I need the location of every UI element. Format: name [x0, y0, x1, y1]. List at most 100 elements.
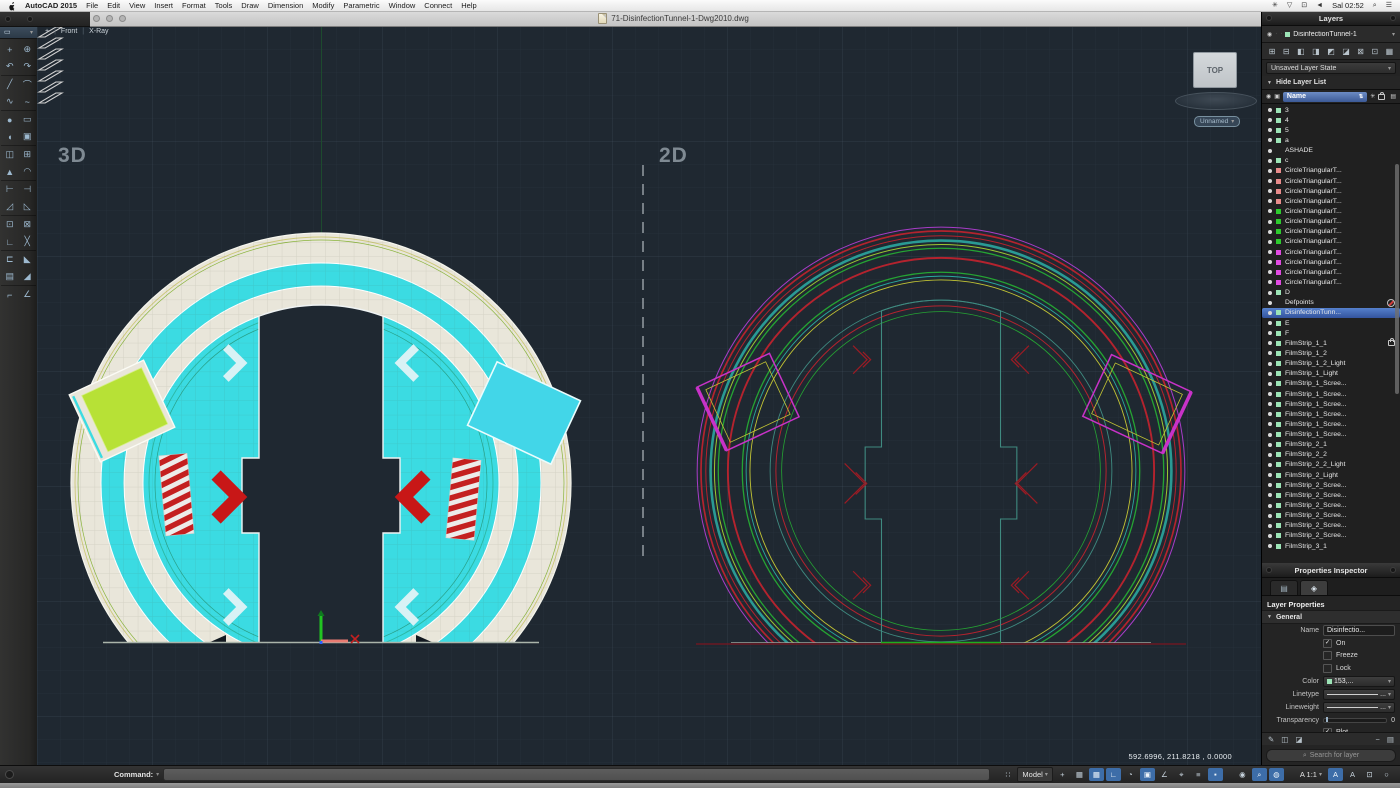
layer-visibility-icon[interactable] — [1268, 362, 1272, 366]
layer-color-swatch[interactable] — [1276, 392, 1281, 397]
layer-row[interactable]: 5 — [1262, 125, 1400, 135]
layer-color-swatch[interactable] — [1276, 219, 1281, 224]
layer-row[interactable]: CircleTriangularT... — [1262, 277, 1400, 287]
status-dot-icon[interactable]: ○ — [1379, 768, 1394, 781]
annotation-autoscale-icon[interactable]: A — [1345, 768, 1360, 781]
layer-visibility-icon[interactable] — [1268, 514, 1272, 518]
layer-tool-icon[interactable]: ⊡ — [1371, 47, 1378, 56]
layer-row[interactable]: CircleTriangularT... — [1262, 206, 1400, 216]
properties-tool-icon[interactable]: ▤ — [1387, 735, 1394, 744]
properties-panel-header[interactable]: Properties Inspector — [1262, 563, 1400, 578]
grid-snap-icon[interactable]: ▦ — [1089, 768, 1104, 781]
layer-visibility-icon[interactable] — [1268, 108, 1272, 112]
freeze-checkbox[interactable] — [1323, 651, 1332, 660]
layer-color-swatch[interactable] — [1276, 280, 1281, 285]
layer-color-swatch[interactable] — [1276, 483, 1281, 488]
layer-visibility-icon[interactable] — [1268, 402, 1272, 406]
layer-tool-icon[interactable]: ⊟ — [1283, 47, 1290, 56]
palette-dot[interactable] — [27, 16, 33, 22]
layer-color-swatch[interactable] — [1276, 168, 1281, 173]
tool-icon[interactable]: ↶ — [1, 58, 19, 75]
on-checkbox[interactable]: ✓ — [1323, 639, 1332, 648]
pan-icon[interactable]: ◉ — [1235, 768, 1250, 781]
layer-color-swatch[interactable] — [1276, 118, 1281, 123]
layer-color-swatch[interactable] — [1276, 473, 1281, 478]
properties-tool-icon[interactable]: − — [1376, 735, 1380, 744]
freeze-column-icon[interactable]: ✳ — [1370, 93, 1375, 100]
layer-visibility-icon[interactable] — [1268, 291, 1272, 295]
display-settings-icon[interactable]: ⊡ — [1362, 768, 1377, 781]
tool-icon[interactable]: ⊞ — [19, 145, 37, 163]
layer-row[interactable]: FilmStrip_2_Scree... — [1262, 511, 1400, 521]
menu-parametric[interactable]: Parametric — [343, 0, 379, 11]
layer-visibility-icon[interactable] — [1268, 341, 1272, 345]
layer-visibility-icon[interactable] — [1268, 240, 1272, 244]
layer-visibility-icon[interactable] — [1268, 189, 1272, 193]
viewport-layout-icon[interactable]: ∷ — [1000, 768, 1015, 781]
tool-icon[interactable]: ↷ — [19, 58, 37, 75]
menu-format[interactable]: Format — [182, 0, 206, 11]
tool-icon[interactable]: ▲ — [1, 163, 19, 180]
layer-visibility-icon[interactable] — [1268, 179, 1272, 183]
layer-row[interactable]: FilmStrip_2_Light — [1262, 470, 1400, 480]
layer-color-swatch[interactable] — [1276, 412, 1281, 417]
name-column-header[interactable]: Name ⇅ — [1283, 92, 1367, 102]
hide-layer-list-toggle[interactable]: ▼ Hide Layer List — [1262, 76, 1400, 89]
layer-visibility-icon[interactable] — [1268, 453, 1272, 457]
layer-row[interactable]: FilmStrip_2_2 — [1262, 450, 1400, 460]
layer-visibility-icon[interactable] — [1268, 220, 1272, 224]
tool-icon[interactable]: ◫ — [1, 145, 19, 163]
viewcube-compass-ring[interactable] — [1175, 92, 1257, 110]
layer-visibility-icon[interactable] — [1268, 412, 1272, 416]
tool-icon[interactable]: ◖ — [1, 128, 19, 145]
layer-list-scrollbar[interactable] — [1395, 164, 1399, 394]
layer-visibility-icon[interactable] — [1268, 483, 1272, 487]
layer-tool-icon[interactable]: ⊠ — [1357, 47, 1364, 56]
menu-dimension[interactable]: Dimension — [268, 0, 303, 11]
layer-visibility-icon[interactable] — [1268, 149, 1272, 153]
menu-modify[interactable]: Modify — [312, 0, 334, 11]
layer-row[interactable]: FilmStrip_1_Scree... — [1262, 389, 1400, 399]
layer-row[interactable]: FilmStrip_2_Scree... — [1262, 490, 1400, 500]
viewport-menu-button[interactable]: + — [45, 28, 49, 35]
layer-row[interactable]: FilmStrip_1_2 — [1262, 348, 1400, 358]
layer-visibility-icon[interactable] — [1268, 473, 1272, 477]
lock-checkbox[interactable] — [1323, 664, 1332, 673]
layer-color-swatch[interactable] — [1276, 199, 1281, 204]
tool-set-selector[interactable]: ▭ ▾ — [0, 26, 37, 39]
layer-color-swatch[interactable] — [1276, 432, 1281, 437]
tool-icon[interactable]: ╳ — [19, 233, 37, 250]
view-orientation-button[interactable]: Front — [61, 28, 77, 35]
layer-visibility-icon[interactable] — [1268, 544, 1272, 548]
layer-visibility-icon[interactable] — [1268, 159, 1272, 163]
layer-visibility-icon[interactable] — [1268, 331, 1272, 335]
layer-row[interactable]: FilmStrip_1_Scree... — [1262, 399, 1400, 409]
layer-row[interactable]: ASHADE — [1262, 146, 1400, 156]
layer-row[interactable]: FilmStrip_1_1 — [1262, 338, 1400, 348]
linetype-dropdown[interactable]: ... ▾ — [1323, 689, 1395, 700]
layer-row[interactable]: FilmStrip_2_Scree... — [1262, 480, 1400, 490]
layer-state-dropdown[interactable]: Unsaved Layer State ▾ — [1266, 62, 1396, 74]
layer-color-swatch[interactable] — [1276, 513, 1281, 518]
menu-file[interactable]: File — [86, 0, 98, 11]
tool-icon[interactable]: ◺ — [19, 198, 37, 215]
spinner-menu-icon[interactable]: ✳ — [1272, 0, 1278, 11]
layer-color-swatch[interactable] — [1276, 452, 1281, 457]
layer-color-swatch[interactable] — [1276, 158, 1281, 163]
tool-palette-header[interactable] — [0, 11, 90, 27]
layer-row[interactable]: 4 — [1262, 115, 1400, 125]
layer-color-swatch[interactable] — [1276, 442, 1281, 447]
shape-menu-icon[interactable]: ▽ — [1287, 0, 1292, 11]
properties-tool-icon[interactable]: ✎ — [1268, 735, 1274, 744]
lineweight-display-icon[interactable]: ≡ — [1191, 768, 1206, 781]
view-name-dropdown[interactable]: Unnamed ▾ — [1194, 116, 1240, 127]
layer-color-swatch[interactable] — [1276, 331, 1281, 336]
tool-icon[interactable]: ⊏ — [1, 250, 19, 268]
grid-display-icon[interactable]: ▦ — [1072, 768, 1087, 781]
layer-color-swatch[interactable] — [1276, 533, 1281, 538]
layer-color-swatch[interactable] — [1276, 290, 1281, 295]
layer-visibility-icon[interactable] — [1268, 321, 1272, 325]
tool-icon[interactable]: ⊡ — [1, 215, 19, 233]
layer-visibility-icon[interactable] — [1268, 209, 1272, 213]
tool-icon[interactable]: ◿ — [1, 198, 19, 215]
